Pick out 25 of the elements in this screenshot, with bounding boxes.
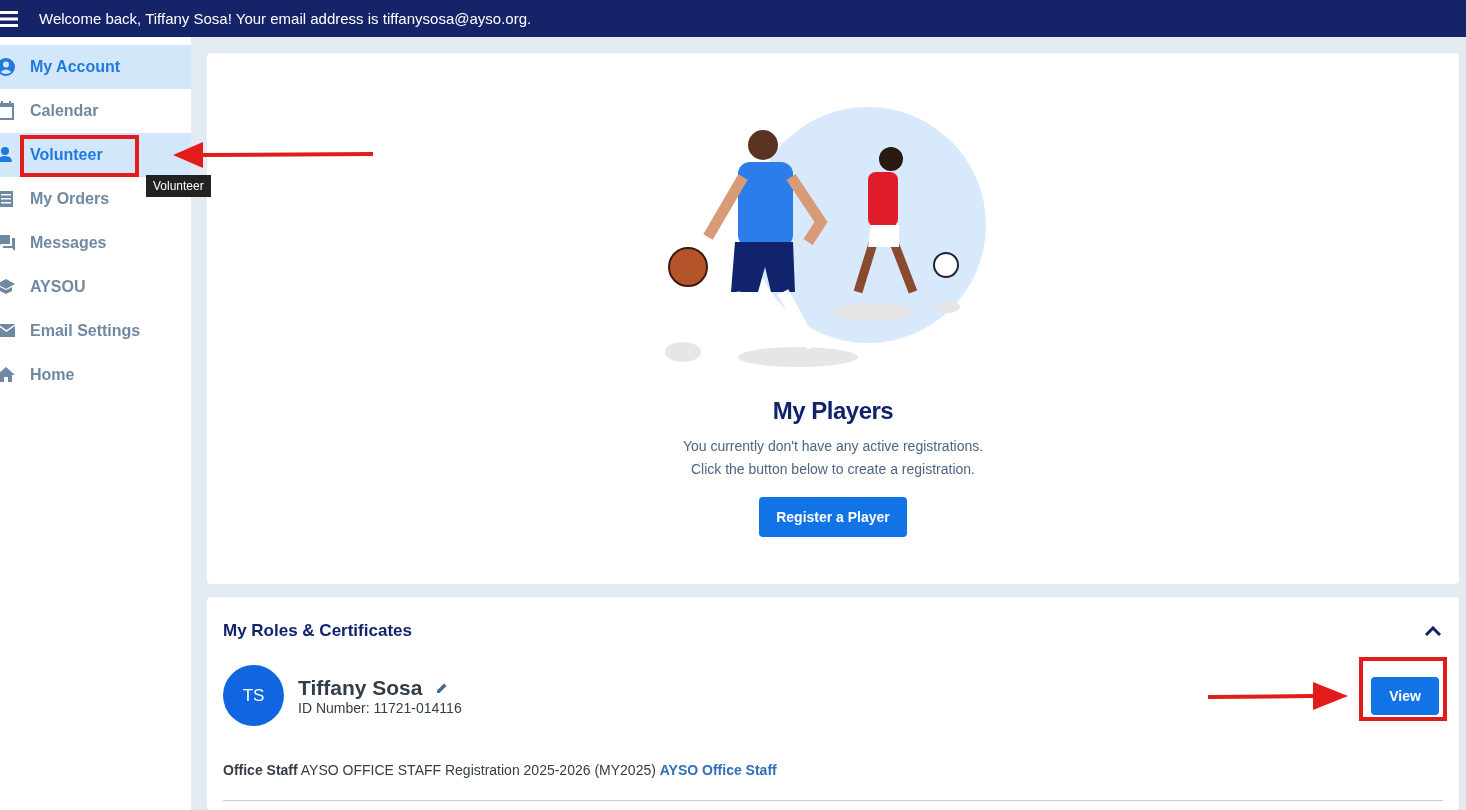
sidebar-item[interactable]: Email Settings [0, 309, 141, 353]
edit-icon[interactable] [436, 681, 449, 694]
person-name: Tiffany Sosa [298, 675, 423, 700]
role-link[interactable]: AYSO Office Staff [659, 762, 777, 778]
register-player-button[interactable]: Register a Player [759, 497, 907, 537]
menu-icon[interactable] [0, 10, 18, 27]
info-text: Click the button below to create a registration. [690, 460, 975, 479]
role-text: Office Staff AYSO OFFICE STAFF Registration 2025-2026 (MY2025) AYSO Office Staff [223, 762, 778, 778]
avatar: TS [223, 665, 284, 726]
section-title: My Roles & Certificates [223, 621, 412, 641]
info-text: You currently don't have any active registrations. [682, 437, 984, 456]
collapse-icon[interactable] [1425, 626, 1441, 636]
sidebar-item[interactable]: Calendar [0, 89, 99, 133]
section-title: My Players [772, 397, 894, 425]
chat-icon [0, 233, 18, 253]
view-button[interactable]: View [1371, 676, 1439, 715]
sidebar-item[interactable]: AYSOU [0, 265, 86, 309]
sidebar-item[interactable]: Messages [0, 221, 107, 265]
sidebar-item[interactable]: Home [0, 353, 75, 397]
id-number: ID Number: 11721-014116 [298, 699, 463, 716]
sidebar-item[interactable]: My Account [0, 45, 191, 89]
account-icon [0, 57, 18, 77]
tooltip: Volunteer [146, 175, 211, 197]
welcome-message: Welcome back, Tiffany Sosa! Your email address is tiffanysosa@ayso.org. [39, 10, 532, 27]
sidebar-item[interactable]: My Orders [0, 177, 110, 221]
